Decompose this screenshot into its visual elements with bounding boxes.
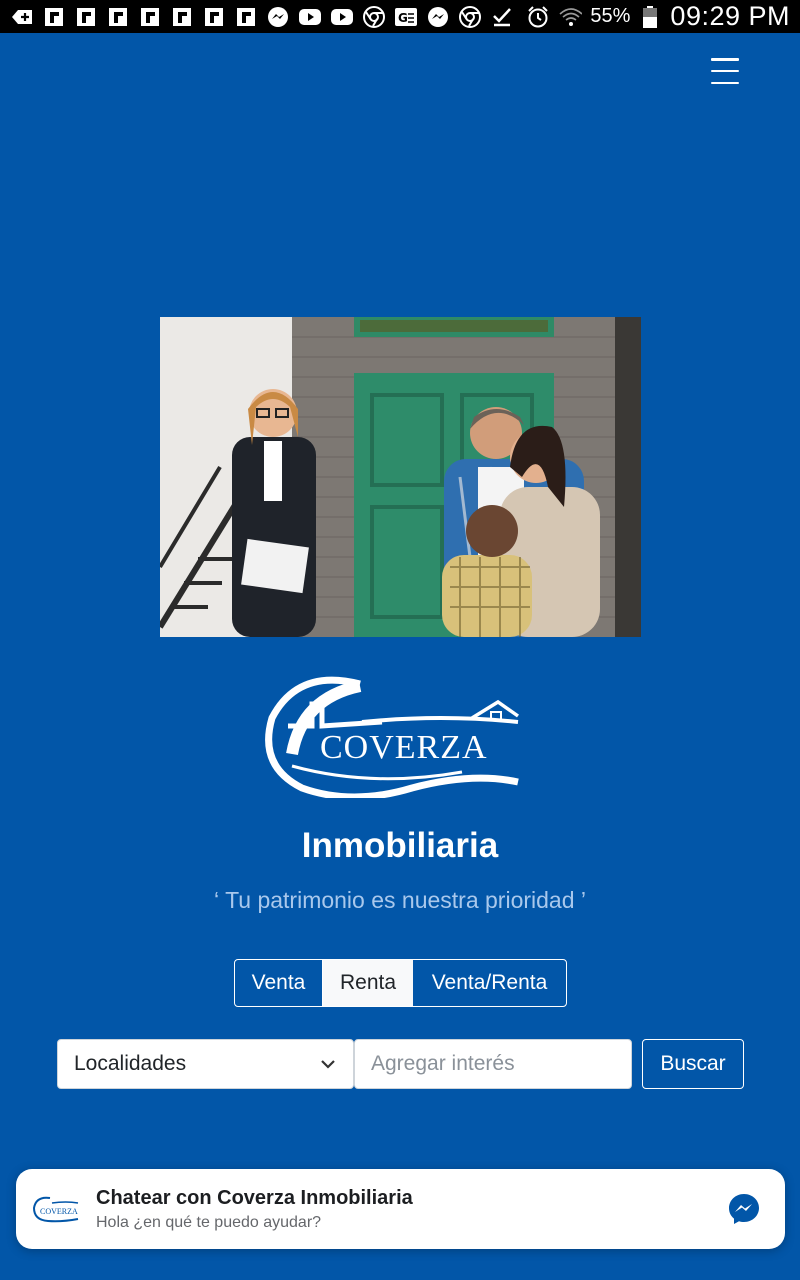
logo-wordmark: COVERZA bbox=[320, 729, 488, 766]
chrome-icon bbox=[458, 5, 482, 28]
flipboard-icon bbox=[106, 6, 130, 28]
chat-title: Chatear con Coverza Inmobiliaria bbox=[96, 1186, 413, 1209]
tab-venta-renta[interactable]: Venta/Renta bbox=[413, 960, 566, 1006]
battery-icon bbox=[638, 5, 662, 28]
hero-photo bbox=[160, 317, 641, 637]
messenger-chat-widget[interactable]: COVERZA Chatear con Coverza Inmobiliaria… bbox=[16, 1169, 785, 1249]
flipboard-icon bbox=[202, 6, 226, 28]
alarm-icon bbox=[526, 5, 550, 28]
tagline: ‘ Tu patrimonio es nuestra prioridad ’ bbox=[213, 887, 587, 913]
coverza-logo: COVERZA bbox=[262, 676, 524, 801]
tab-venta[interactable]: Venta bbox=[235, 960, 323, 1006]
chrome-icon bbox=[362, 5, 386, 28]
flipboard-icon bbox=[138, 6, 162, 28]
flipboard-icon bbox=[42, 6, 66, 28]
tab-renta[interactable]: Renta bbox=[323, 960, 413, 1006]
notification-icons: G bbox=[10, 5, 514, 28]
youtube-icon bbox=[298, 6, 322, 28]
menu-icon[interactable] bbox=[704, 55, 746, 87]
download-done-icon bbox=[490, 6, 514, 28]
flipboard-icon bbox=[74, 6, 98, 28]
messenger-icon bbox=[266, 6, 290, 28]
add-icon bbox=[10, 6, 34, 28]
location-select[interactable]: Localidades bbox=[57, 1039, 354, 1089]
chevron-down-icon bbox=[321, 1060, 335, 1069]
battery-percent: 55% bbox=[590, 5, 631, 27]
svg-text:G: G bbox=[398, 11, 408, 25]
search-button[interactable]: Buscar bbox=[642, 1039, 744, 1089]
chat-avatar: COVERZA bbox=[32, 1185, 80, 1233]
status-time: 09:29 PM bbox=[670, 1, 790, 31]
youtube-icon bbox=[330, 6, 354, 28]
interest-input[interactable] bbox=[354, 1039, 632, 1089]
operation-tabs: Venta Renta Venta/Renta bbox=[234, 959, 567, 1007]
messenger-icon bbox=[426, 6, 450, 28]
chat-subtitle: Hola ¿en qué te puedo ayudar? bbox=[96, 1213, 322, 1231]
chat-avatar-text: COVERZA bbox=[40, 1207, 78, 1216]
location-select-value: Localidades bbox=[74, 1052, 187, 1075]
page-title: Inmobiliaria bbox=[301, 826, 499, 865]
translate-icon: G bbox=[394, 6, 418, 28]
flipboard-icon bbox=[234, 6, 258, 28]
status-bar: G 55% 09:29 PM bbox=[0, 0, 800, 33]
wifi-icon bbox=[558, 6, 583, 28]
flipboard-icon bbox=[170, 6, 194, 28]
messenger-icon[interactable] bbox=[727, 1192, 761, 1226]
